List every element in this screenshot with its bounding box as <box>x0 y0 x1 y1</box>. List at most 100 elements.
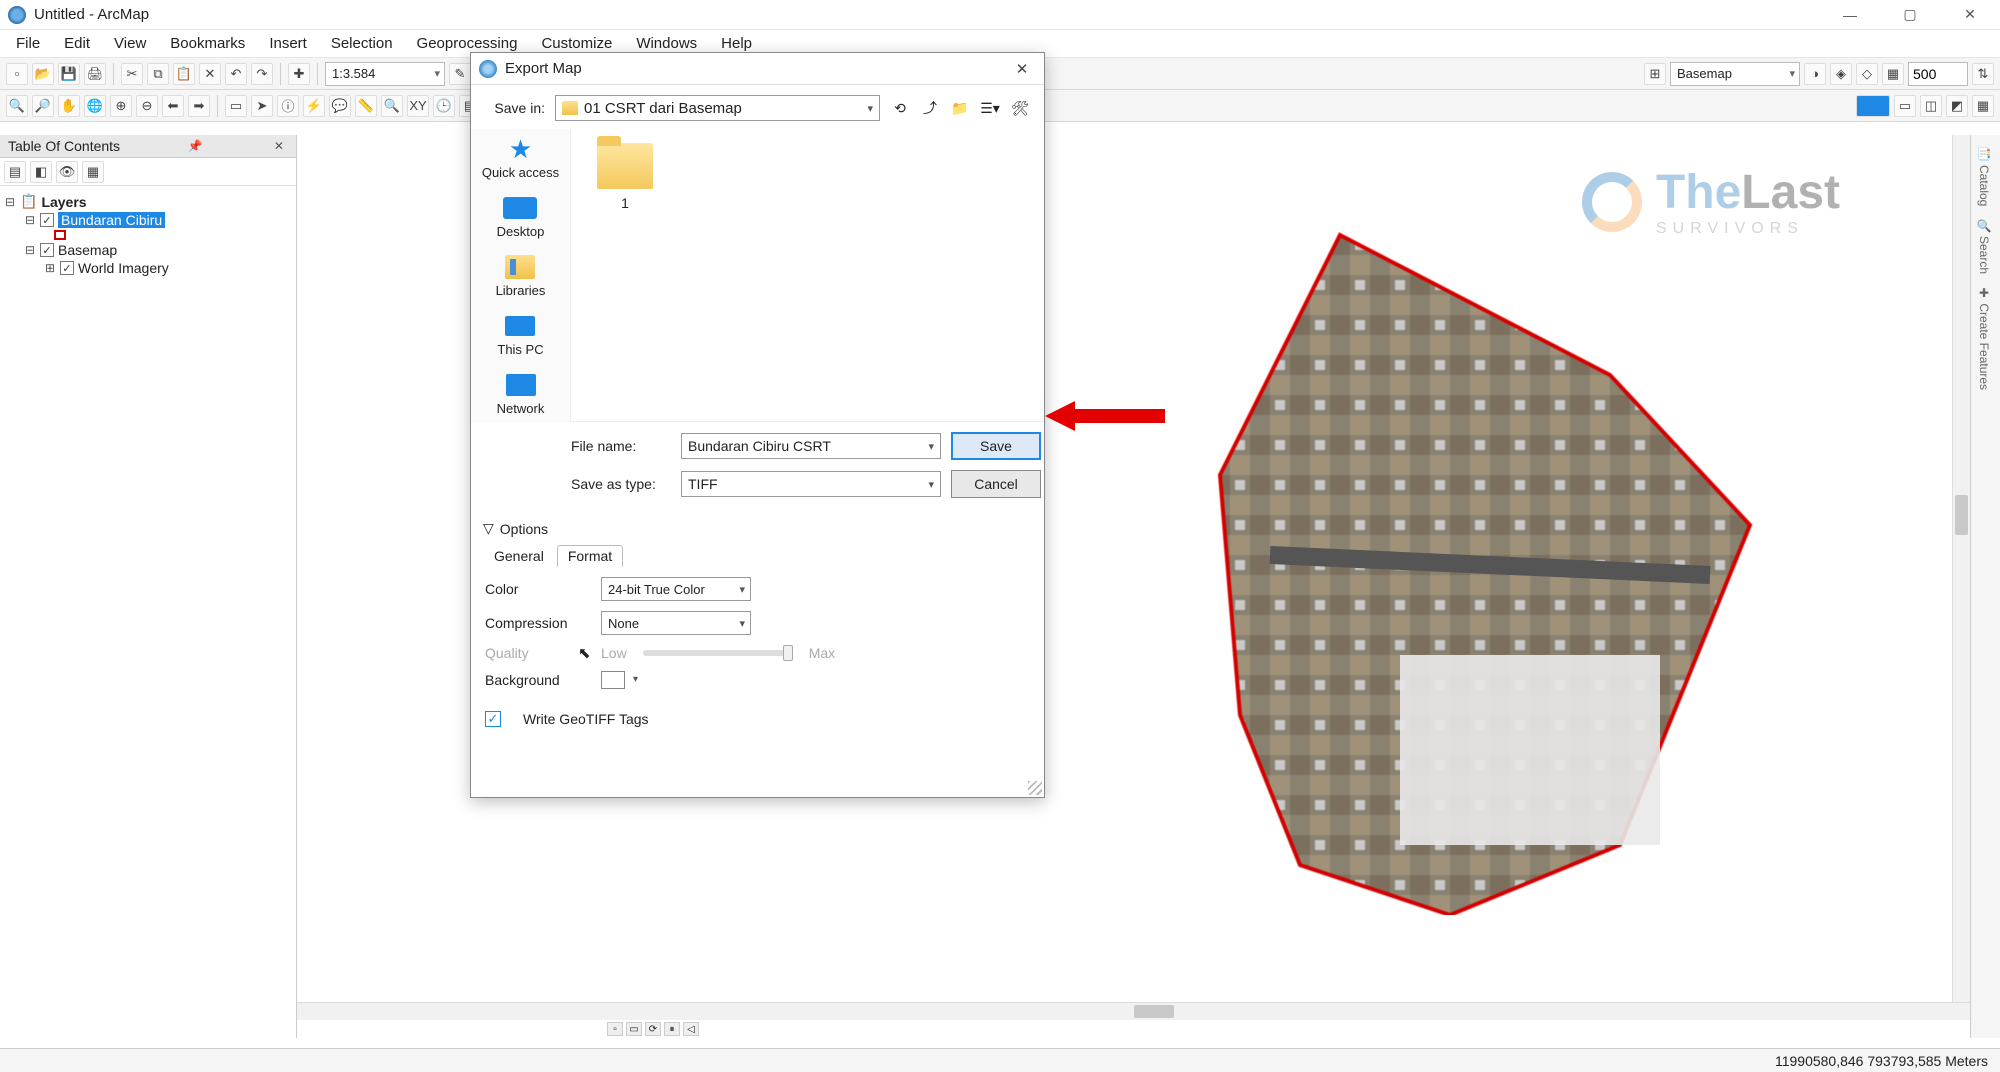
menu-customize[interactable]: Customize <box>531 33 622 54</box>
time-slider-icon[interactable]: 🕒 <box>433 95 455 117</box>
cancel-button[interactable]: Cancel <box>951 470 1041 498</box>
file-list[interactable]: 1 <box>571 129 1044 422</box>
color-combo[interactable]: 24-bit True Color <box>601 577 751 601</box>
pan-icon[interactable]: ✋ <box>58 95 80 117</box>
pause-icon[interactable]: ⏸ <box>664 1022 680 1036</box>
file-name-input[interactable]: Bundaran Cibiru CSRT <box>681 433 941 459</box>
draw-tool2-icon[interactable]: ◫ <box>1920 95 1942 117</box>
dialog-close-button[interactable]: ✕ <box>1008 57 1036 81</box>
add-data-icon[interactable]: ✚ <box>288 63 310 85</box>
save-icon[interactable]: 💾 <box>58 63 80 85</box>
redo-icon[interactable]: ↷ <box>251 63 273 85</box>
create-features-tab[interactable]: ✚ Create Features <box>1977 286 1991 390</box>
sidebar-thispc[interactable]: This PC <box>497 312 543 357</box>
folder-item[interactable]: 1 <box>585 143 665 211</box>
background-color-picker[interactable] <box>601 671 625 689</box>
measure-icon[interactable]: 📏 <box>355 95 377 117</box>
menu-file[interactable]: File <box>6 33 50 54</box>
print-icon[interactable]: 🖨 <box>84 63 106 85</box>
tree-root[interactable]: ⊟ 📋 Layers <box>4 192 292 211</box>
search-tab[interactable]: 🔍 Search <box>1977 218 1991 274</box>
snap-stepper-icon[interactable]: ⇅ <box>1972 63 1994 85</box>
tool-icon[interactable]: 🛠 <box>1010 98 1030 118</box>
close-panel-icon[interactable]: ✕ <box>270 139 288 153</box>
menu-geoprocessing[interactable]: Geoprocessing <box>407 33 528 54</box>
tree-layer-world[interactable]: ⊞ World Imagery <box>4 259 292 277</box>
toc-list-by-drawing-icon[interactable]: ▤ <box>4 161 26 183</box>
layer-checkbox[interactable] <box>40 243 54 257</box>
toc-list-by-selection-icon[interactable]: ▦ <box>82 161 104 183</box>
zoom-out-icon[interactable]: 🔎 <box>32 95 54 117</box>
up-nav-icon[interactable]: ⤴ <box>920 98 940 118</box>
draw-tool3-icon[interactable]: ◩ <box>1946 95 1968 117</box>
forward-icon[interactable]: ➡ <box>188 95 210 117</box>
sidebar-quick-access[interactable]: ★ Quick access <box>482 135 559 180</box>
sidebar-libraries[interactable]: Libraries <box>496 253 546 298</box>
toc-list-by-source-icon[interactable]: ◧ <box>30 161 52 183</box>
menu-selection[interactable]: Selection <box>321 33 403 54</box>
grid-icon[interactable]: ▦ <box>1882 63 1904 85</box>
layer-checkbox[interactable] <box>40 213 54 227</box>
save-as-type-combo[interactable]: TIFF <box>681 471 941 497</box>
zoom-in-icon[interactable]: 🔍 <box>6 95 28 117</box>
find-icon[interactable]: 🔍 <box>381 95 403 117</box>
html-popup-icon[interactable]: 💬 <box>329 95 351 117</box>
expander-icon[interactable]: ⊟ <box>4 195 16 209</box>
sidebar-network[interactable]: Network <box>497 371 545 416</box>
paste-icon[interactable]: 📋 <box>173 63 195 85</box>
scrollbar-thumb[interactable] <box>1955 495 1968 535</box>
expander-icon[interactable]: ⊟ <box>24 243 36 257</box>
select-icon[interactable]: ▭ <box>225 95 247 117</box>
save-button[interactable]: Save <box>951 432 1041 460</box>
edit-tool-icon[interactable]: ✎ <box>449 63 471 85</box>
menu-insert[interactable]: Insert <box>259 33 317 54</box>
options-header[interactable]: ▽ Options <box>471 516 1044 541</box>
menu-bookmarks[interactable]: Bookmarks <box>160 33 255 54</box>
open-icon[interactable]: 📂 <box>32 63 54 85</box>
resize-grip[interactable] <box>1028 781 1042 795</box>
geotiff-checkbox[interactable]: ✓ <box>485 711 501 727</box>
tab-format[interactable]: Format <box>557 545 623 567</box>
full-extent-icon[interactable]: 🌐 <box>84 95 106 117</box>
cut-icon[interactable]: ✂ <box>121 63 143 85</box>
new-folder-icon[interactable]: 📁 <box>950 98 970 118</box>
basemap-opt-icon[interactable]: ◈ <box>1830 63 1852 85</box>
data-view-icon[interactable]: ▫ <box>607 1022 623 1036</box>
menu-edit[interactable]: Edit <box>54 33 100 54</box>
compression-combo[interactable]: None <box>601 611 751 635</box>
layer-checkbox[interactable] <box>60 261 74 275</box>
minimize-button[interactable]: — <box>1820 0 1880 30</box>
toc-list-by-visibility-icon[interactable]: 👁 <box>56 161 78 183</box>
fill-color-icon[interactable] <box>1856 95 1890 117</box>
delete-icon[interactable]: ✕ <box>199 63 221 85</box>
draw-tool4-icon[interactable]: ▦ <box>1972 95 1994 117</box>
scale-combo[interactable]: 1:3.584 <box>325 62 445 86</box>
sidebar-desktop[interactable]: Desktop <box>497 194 545 239</box>
tab-general[interactable]: General <box>483 545 555 567</box>
basemap-clear-icon[interactable]: ◇ <box>1856 63 1878 85</box>
scrollbar-horizontal[interactable] <box>297 1002 1970 1020</box>
fixed-zoom-in-icon[interactable]: ⊕ <box>110 95 132 117</box>
pin-icon[interactable]: 📌 <box>184 139 207 153</box>
goto-xy-icon[interactable]: XY <box>407 95 429 117</box>
view-menu-icon[interactable]: ☰▾ <box>980 98 1000 118</box>
identify-icon[interactable]: ⓘ <box>277 95 299 117</box>
close-button[interactable]: ✕ <box>1940 0 2000 30</box>
fixed-zoom-out-icon[interactable]: ⊖ <box>136 95 158 117</box>
refresh-icon[interactable]: ⟳ <box>645 1022 661 1036</box>
expander-icon[interactable]: ⊟ <box>24 213 36 227</box>
basemap-add-icon[interactable]: ◑ <box>1804 63 1826 85</box>
menu-view[interactable]: View <box>104 33 156 54</box>
menu-windows[interactable]: Windows <box>626 33 707 54</box>
pointer-icon[interactable]: ➤ <box>251 95 273 117</box>
save-in-combo[interactable]: 01 CSRT dari Basemap <box>555 95 880 121</box>
maximize-button[interactable]: ▢ <box>1880 0 1940 30</box>
basemap-combo[interactable]: Basemap <box>1670 62 1800 86</box>
new-icon[interactable]: ▫ <box>6 63 28 85</box>
tree-group-basemap[interactable]: ⊟ Basemap <box>4 241 292 259</box>
scrollbar-vertical[interactable] <box>1952 135 1970 1004</box>
catalog-tab[interactable]: 📑 Catalog <box>1977 147 1991 206</box>
undo-icon[interactable]: ↶ <box>225 63 247 85</box>
hyperlink-icon[interactable]: ⚡ <box>303 95 325 117</box>
snap-icon[interactable]: ⊞ <box>1644 63 1666 85</box>
